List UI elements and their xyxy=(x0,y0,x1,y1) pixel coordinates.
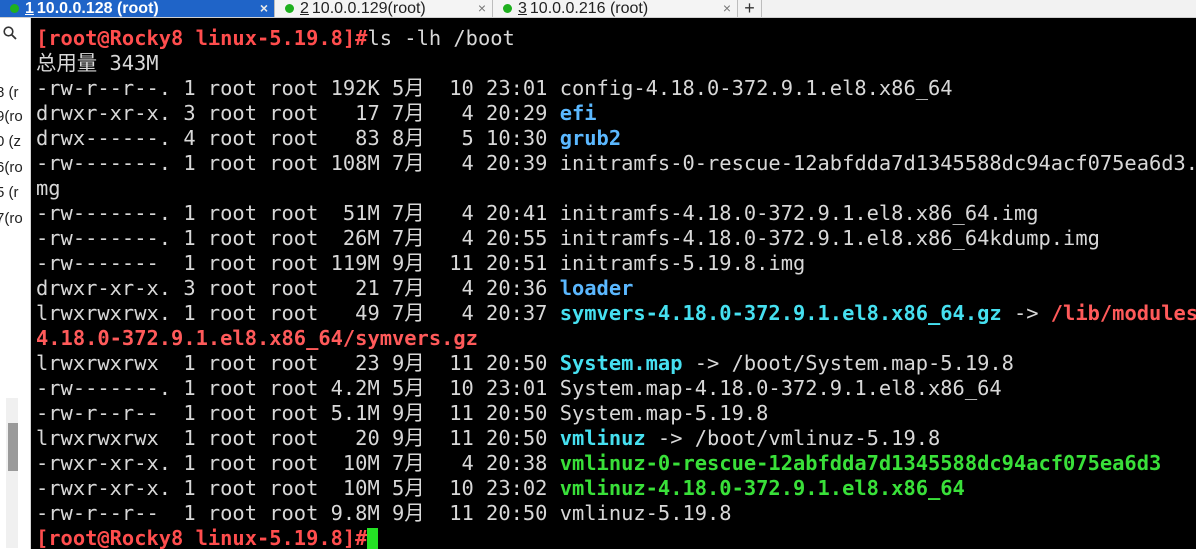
file-name: efi xyxy=(559,101,597,125)
file-name: initramfs-0-rescue-12abfdda7d1345588dc94… xyxy=(559,151,1196,175)
session-list-item[interactable]: 7(ro xyxy=(0,210,23,227)
file-metadata: -rw-r--r--. 1 root root 192K 5月 10 23:01 xyxy=(36,76,560,100)
file-name: initramfs-4.18.0-372.9.1.el8.x86_64.img xyxy=(559,201,1039,225)
tab-session-3[interactable]: 3 10.0.0.216 (root) × xyxy=(493,0,738,17)
shell-prompt: [root@Rocky8 linux-5.19.8]# xyxy=(36,526,368,549)
symlink-arrow: -> xyxy=(1001,301,1051,325)
file-name: symvers-4.18.0-372.9.1.el8.x86_64.gz xyxy=(559,301,1002,325)
listing-line: lrwxrwxrwx. 1 root root 49 7月 4 20:37 sy… xyxy=(36,301,1196,326)
listing-line: -rw-r--r-- 1 root root 9.8M 9月 11 20:50 … xyxy=(36,501,732,526)
file-name: System.map-4.18.0-372.9.1.el8.x86_64 xyxy=(559,376,1002,400)
listing-line: -rw-------. 1 root root 108M 7月 4 20:39 … xyxy=(36,151,1196,176)
session-list-item[interactable]: 9(ro xyxy=(0,108,23,125)
tab-label: 10.0.0.129(root) xyxy=(311,0,426,17)
listing-line: mg xyxy=(36,176,61,201)
tab-number: 3 xyxy=(518,0,527,17)
file-metadata: -rwxr-xr-x. 1 root root 10M 7月 4 20:38 xyxy=(36,451,560,475)
symlink-arrow: -> xyxy=(682,351,732,375)
file-metadata: drwx------. 4 root root 83 8月 5 10:30 xyxy=(36,126,560,150)
listing-line: -rw-------. 1 root root 4.2M 5月 10 23:01… xyxy=(36,376,1002,401)
symlink-target: /lib/modules/ xyxy=(1050,301,1196,325)
session-list-item[interactable]: 5 (r xyxy=(0,184,19,201)
file-name: initramfs-4.18.0-372.9.1.el8.x86_64kdump… xyxy=(559,226,1100,250)
file-name: initramfs-5.19.8.img xyxy=(559,251,806,275)
file-metadata: -rw-------. 1 root root 4.2M 5月 10 23:01 xyxy=(36,376,560,400)
tab-session-1[interactable]: 1 10.0.0.128 (root) × xyxy=(0,0,275,17)
command-text: ls -lh /boot xyxy=(367,26,515,50)
session-sidebar: 8 (r 9(ro 0 (z 6(ro 5 (r 7(ro xyxy=(0,18,31,549)
file-name: vmlinuz-5.19.8 xyxy=(559,501,732,525)
listing-line: 4.18.0-372.9.1.el8.x86_64/symvers.gz xyxy=(36,326,478,351)
file-metadata: -rw-r--r-- 1 root root 5.1M 9月 11 20:50 xyxy=(36,401,560,425)
file-metadata: -rw-------. 1 root root 108M 7月 4 20:39 xyxy=(36,151,560,175)
connected-status-icon xyxy=(285,4,294,13)
file-name: vmlinuz-4.18.0-372.9.1.el8.x86_64 xyxy=(559,476,965,500)
file-metadata: -rw-------. 1 root root 26M 7月 4 20:55 xyxy=(36,226,560,250)
listing-line: drwx------. 4 root root 83 8月 5 10:30 gr… xyxy=(36,126,621,151)
connected-status-icon xyxy=(10,4,19,13)
file-name: 4.18.0-372.9.1.el8.x86_64/symvers.gz xyxy=(36,326,478,350)
file-name: loader xyxy=(559,276,634,300)
terminal-cursor xyxy=(367,528,379,549)
file-name: vmlinuz-0-rescue-12abfdda7d1345588dc94ac… xyxy=(559,451,1162,475)
file-metadata: -rwxr-xr-x. 1 root root 10M 5月 10 23:02 xyxy=(36,476,560,500)
listing-line: -rw-r--r-- 1 root root 5.1M 9月 11 20:50 … xyxy=(36,401,768,426)
tab-number: 2 xyxy=(300,0,309,17)
shell-prompt: [root@Rocky8 linux-5.19.8]# xyxy=(36,26,368,50)
listing-line: -rw-------. 1 root root 51M 7月 4 20:41 i… xyxy=(36,201,1039,226)
file-name: grub2 xyxy=(559,126,622,150)
file-metadata: lrwxrwxrwx 1 root root 20 9月 11 20:50 xyxy=(36,426,560,450)
search-icon[interactable] xyxy=(3,26,17,40)
tab-bar: 1 10.0.0.128 (root) × 2 10.0.0.129(root)… xyxy=(0,0,1196,18)
file-metadata: drwxr-xr-x. 3 root root 21 7月 4 20:36 xyxy=(36,276,560,300)
listing-line: lrwxrwxrwx 1 root root 20 9月 11 20:50 vm… xyxy=(36,426,940,451)
tab-label: 10.0.0.216 (root) xyxy=(529,0,649,17)
connected-status-icon xyxy=(503,4,512,13)
tab-number: 1 xyxy=(25,0,34,17)
file-metadata: -rw-------. 1 root root 51M 7月 4 20:41 xyxy=(36,201,560,225)
new-tab-button[interactable]: + xyxy=(738,0,762,17)
tab-session-2[interactable]: 2 10.0.0.129(root) × xyxy=(275,0,493,17)
file-name: System.map-5.19.8 xyxy=(559,401,769,425)
tab-label: 10.0.0.128 (root) xyxy=(36,0,159,17)
current-prompt-line: [root@Rocky8 linux-5.19.8]# xyxy=(36,526,379,549)
file-metadata: lrwxrwxrwx 1 root root 23 9月 11 20:50 xyxy=(36,351,560,375)
symlink-arrow: -> xyxy=(645,426,695,450)
command-line: [root@Rocky8 linux-5.19.8]#ls -lh /boot xyxy=(36,26,515,51)
file-name: vmlinuz xyxy=(559,426,646,450)
listing-line: drwxr-xr-x. 3 root root 21 7月 4 20:36 lo… xyxy=(36,276,633,301)
file-metadata: drwxr-xr-x. 3 root root 17 7月 4 20:29 xyxy=(36,101,560,125)
file-name: System.map xyxy=(559,351,683,375)
symlink-target: /boot/System.map-5.19.8 xyxy=(731,351,1014,375)
file-metadata: -rw------- 1 root root 119M 9月 11 20:51 xyxy=(36,251,560,275)
listing-line: drwxr-xr-x. 3 root root 17 7月 4 20:29 ef… xyxy=(36,101,597,126)
session-list-item[interactable]: 0 (z xyxy=(0,133,21,150)
listing-line: -rw------- 1 root root 119M 9月 11 20:51 … xyxy=(36,251,805,276)
file-name: config-4.18.0-372.9.1.el8.x86_64 xyxy=(559,76,953,100)
file-metadata: lrwxrwxrwx. 1 root root 49 7月 4 20:37 xyxy=(36,301,560,325)
listing-line: -rw-------. 1 root root 26M 7月 4 20:55 i… xyxy=(36,226,1100,251)
session-list-item[interactable]: 6(ro xyxy=(0,159,23,176)
file-name: mg xyxy=(36,176,61,200)
listing-line: -rwxr-xr-x. 1 root root 10M 5月 10 23:02 … xyxy=(36,476,965,501)
sidebar-scrollbar-thumb[interactable] xyxy=(8,423,18,471)
listing-line: -rw-r--r--. 1 root root 192K 5月 10 23:01… xyxy=(36,76,953,101)
close-tab-icon[interactable]: × xyxy=(478,0,486,16)
file-metadata: -rw-r--r-- 1 root root 9.8M 9月 11 20:50 xyxy=(36,501,560,525)
total-size-line: 总用量 343M xyxy=(36,51,159,75)
listing-line: lrwxrwxrwx 1 root root 23 9月 11 20:50 Sy… xyxy=(36,351,1014,376)
close-tab-icon[interactable]: × xyxy=(723,0,731,16)
symlink-target: /boot/vmlinuz-5.19.8 xyxy=(694,426,941,450)
session-list-item[interactable]: 8 (r xyxy=(0,84,19,101)
listing-line: -rwxr-xr-x. 1 root root 10M 7月 4 20:38 v… xyxy=(36,451,1161,476)
sidebar-scrollbar[interactable] xyxy=(6,398,18,548)
close-tab-icon[interactable]: × xyxy=(260,0,268,16)
terminal-output[interactable]: [root@Rocky8 linux-5.19.8]#ls -lh /boot … xyxy=(31,18,1196,549)
